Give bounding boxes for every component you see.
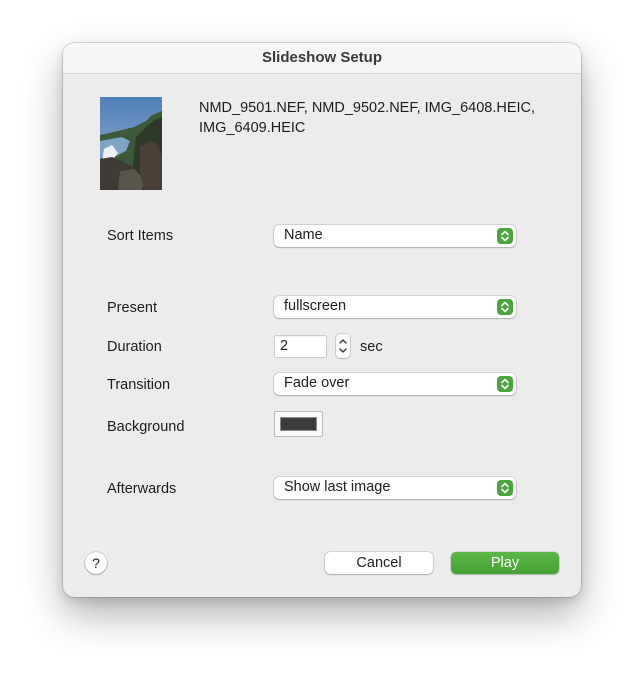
sort-items-popup[interactable]: Name xyxy=(274,225,516,247)
duration-label: Duration xyxy=(107,339,162,355)
chevron-updown-icon xyxy=(497,376,513,392)
play-button[interactable]: Play xyxy=(451,552,559,574)
dialog-title: Slideshow Setup xyxy=(63,43,581,74)
stepper-arrows-icon xyxy=(339,339,347,353)
photo-thumbnail xyxy=(100,97,162,190)
duration-stepper[interactable] xyxy=(336,334,350,358)
background-color-swatch xyxy=(280,417,317,431)
files-line-1: NMD_9501.NEF, NMD_9502.NEF, IMG_6408.HEI… xyxy=(199,100,536,116)
chevron-updown-icon xyxy=(497,480,513,496)
afterwards-label: Afterwards xyxy=(107,481,177,497)
chevron-updown-icon xyxy=(497,299,513,315)
photo-thumbnail-image xyxy=(100,97,162,190)
duration-field[interactable]: 2 xyxy=(275,336,326,357)
transition-label: Transition xyxy=(107,377,171,393)
sort-items-value: Name xyxy=(284,227,323,243)
background-color-well[interactable] xyxy=(274,411,323,437)
present-value: fullscreen xyxy=(284,298,347,314)
transition-popup[interactable]: Fade over xyxy=(274,373,516,395)
slideshow-setup-dialog: Slideshow Setup NMD_9501.NEF, NMD_9502.N… xyxy=(63,43,581,597)
afterwards-popup[interactable]: Show last image xyxy=(274,477,516,499)
chevron-updown-icon xyxy=(497,228,513,244)
sort-items-label: Sort Items xyxy=(107,228,174,244)
cancel-button[interactable]: Cancel xyxy=(325,552,433,574)
present-popup[interactable]: fullscreen xyxy=(274,296,516,318)
present-label: Present xyxy=(107,300,157,316)
transition-value: Fade over xyxy=(284,375,350,391)
duration-unit: sec xyxy=(360,339,383,355)
selected-files-list: NMD_9501.NEF, NMD_9502.NEF, IMG_6408.HEI… xyxy=(199,98,559,138)
files-line-2: IMG_6409.HEIC xyxy=(199,120,306,136)
help-button[interactable]: ? xyxy=(85,552,107,574)
background-label: Background xyxy=(107,419,185,435)
afterwards-value: Show last image xyxy=(284,479,391,495)
